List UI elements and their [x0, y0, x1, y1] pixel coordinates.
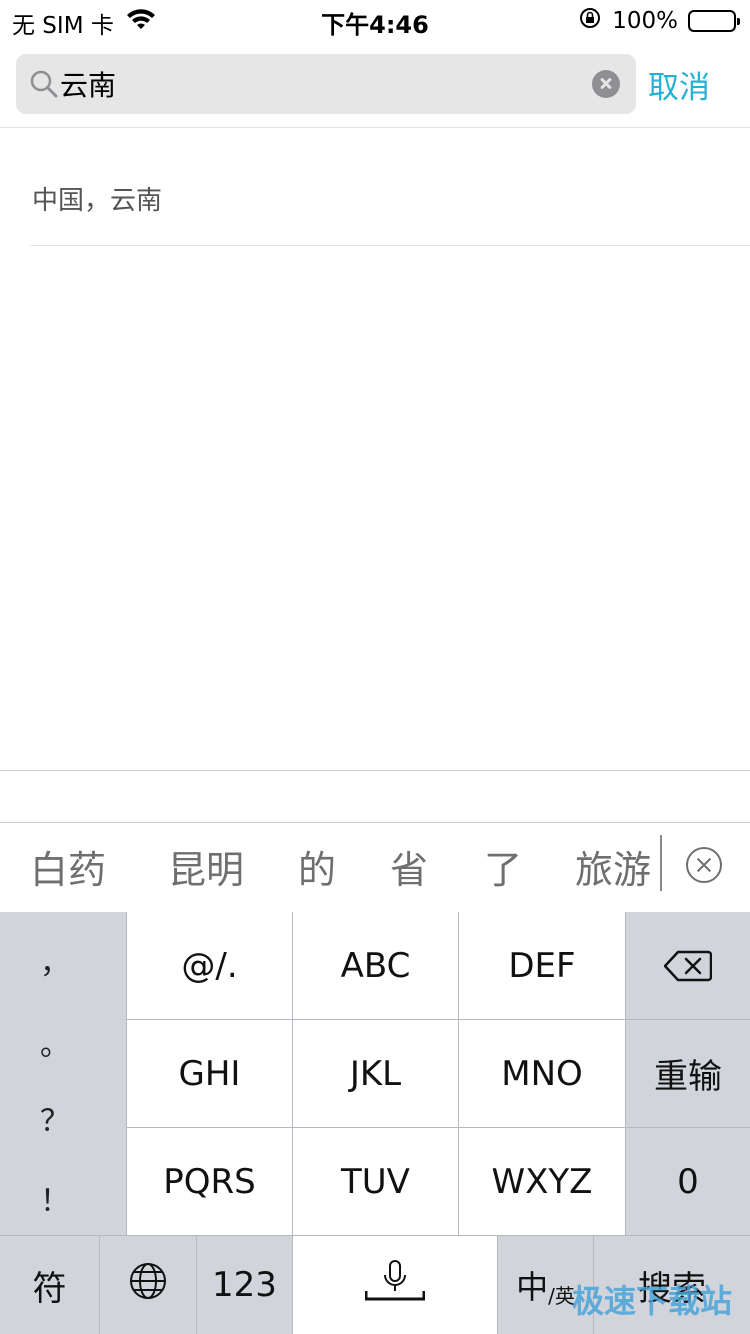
close-icon[interactable] [686, 847, 722, 883]
divider [292, 912, 293, 1334]
globe-icon [128, 1261, 168, 1310]
divider [458, 912, 459, 1236]
search-field[interactable] [16, 54, 636, 114]
key-at-slash-dot[interactable]: @/. [127, 912, 292, 1019]
punct-key[interactable]: ， [0, 938, 110, 982]
status-bar: 无 SIM 卡 下午4:46 100% [0, 0, 750, 40]
punct-key[interactable]: ！ [0, 1176, 110, 1220]
candidate-word[interactable]: 旅游 [575, 839, 651, 894]
divider [626, 1127, 750, 1128]
result-label: 中国，云南 [32, 186, 163, 216]
divider [497, 1236, 498, 1334]
watermark: 极速下载站 [571, 1282, 732, 1320]
globe-button[interactable] [100, 1236, 196, 1334]
battery-percent: 100% [612, 8, 678, 34]
rotation-lock-icon [578, 6, 602, 36]
search-input[interactable] [60, 64, 580, 104]
keyboard: ， 。 ？ ！ @/. ABC DEF GHI JKL MNO 重输 PQRS … [0, 912, 750, 1334]
candidate-bar: 白药 昆明 的 省 了 旅游 [0, 822, 750, 912]
candidate-word[interactable]: 昆明 [168, 839, 244, 894]
text-caret [660, 835, 662, 891]
divider [626, 1019, 750, 1020]
battery-icon [688, 10, 740, 32]
key-zero[interactable]: 0 [626, 1128, 750, 1235]
cn-label: 中 [516, 1268, 549, 1306]
divider [126, 1127, 626, 1128]
numbers-button[interactable]: 123 [197, 1236, 292, 1334]
key-mno[interactable]: MNO [459, 1020, 625, 1127]
cancel-button[interactable]: 取消 [648, 62, 710, 107]
search-icon [28, 68, 60, 100]
key-wxyz[interactable]: WXYZ [459, 1128, 625, 1235]
divider [30, 245, 750, 246]
candidate-word[interactable]: 省 [390, 839, 428, 894]
reenter-button[interactable]: 重输 [626, 1020, 750, 1127]
divider [196, 1236, 197, 1334]
key-def[interactable]: DEF [459, 912, 625, 1019]
microphone-icon [364, 1259, 426, 1312]
key-abc[interactable]: ABC [293, 912, 458, 1019]
punct-key[interactable]: 。 [0, 1020, 110, 1064]
key-jkl[interactable]: JKL [293, 1020, 458, 1127]
divider [0, 1235, 750, 1236]
space-mic-button[interactable] [293, 1236, 497, 1334]
status-right: 100% [578, 6, 740, 36]
candidate-word[interactable]: 的 [298, 839, 336, 894]
punctuation-column[interactable]: ， 。 ？ ！ [0, 912, 126, 1236]
divider [126, 1019, 626, 1020]
candidate-word[interactable]: 白药 [30, 839, 106, 894]
backspace-icon [663, 950, 713, 982]
backspace-button[interactable] [626, 912, 750, 1019]
divider [126, 912, 127, 1236]
en-label: /英 [548, 1283, 575, 1308]
key-pqrs[interactable]: PQRS [127, 1128, 292, 1235]
key-tuv[interactable]: TUV [293, 1128, 458, 1235]
list-item[interactable]: 中国，云南 [0, 128, 750, 246]
divider [99, 1236, 100, 1334]
key-ghi[interactable]: GHI [127, 1020, 292, 1127]
symbols-button[interactable]: 符 [0, 1236, 99, 1334]
divider [625, 912, 626, 1236]
punct-key[interactable]: ？ [0, 1096, 110, 1140]
candidate-word[interactable]: 了 [484, 839, 522, 894]
clear-icon[interactable] [592, 70, 620, 98]
divider [0, 770, 750, 771]
